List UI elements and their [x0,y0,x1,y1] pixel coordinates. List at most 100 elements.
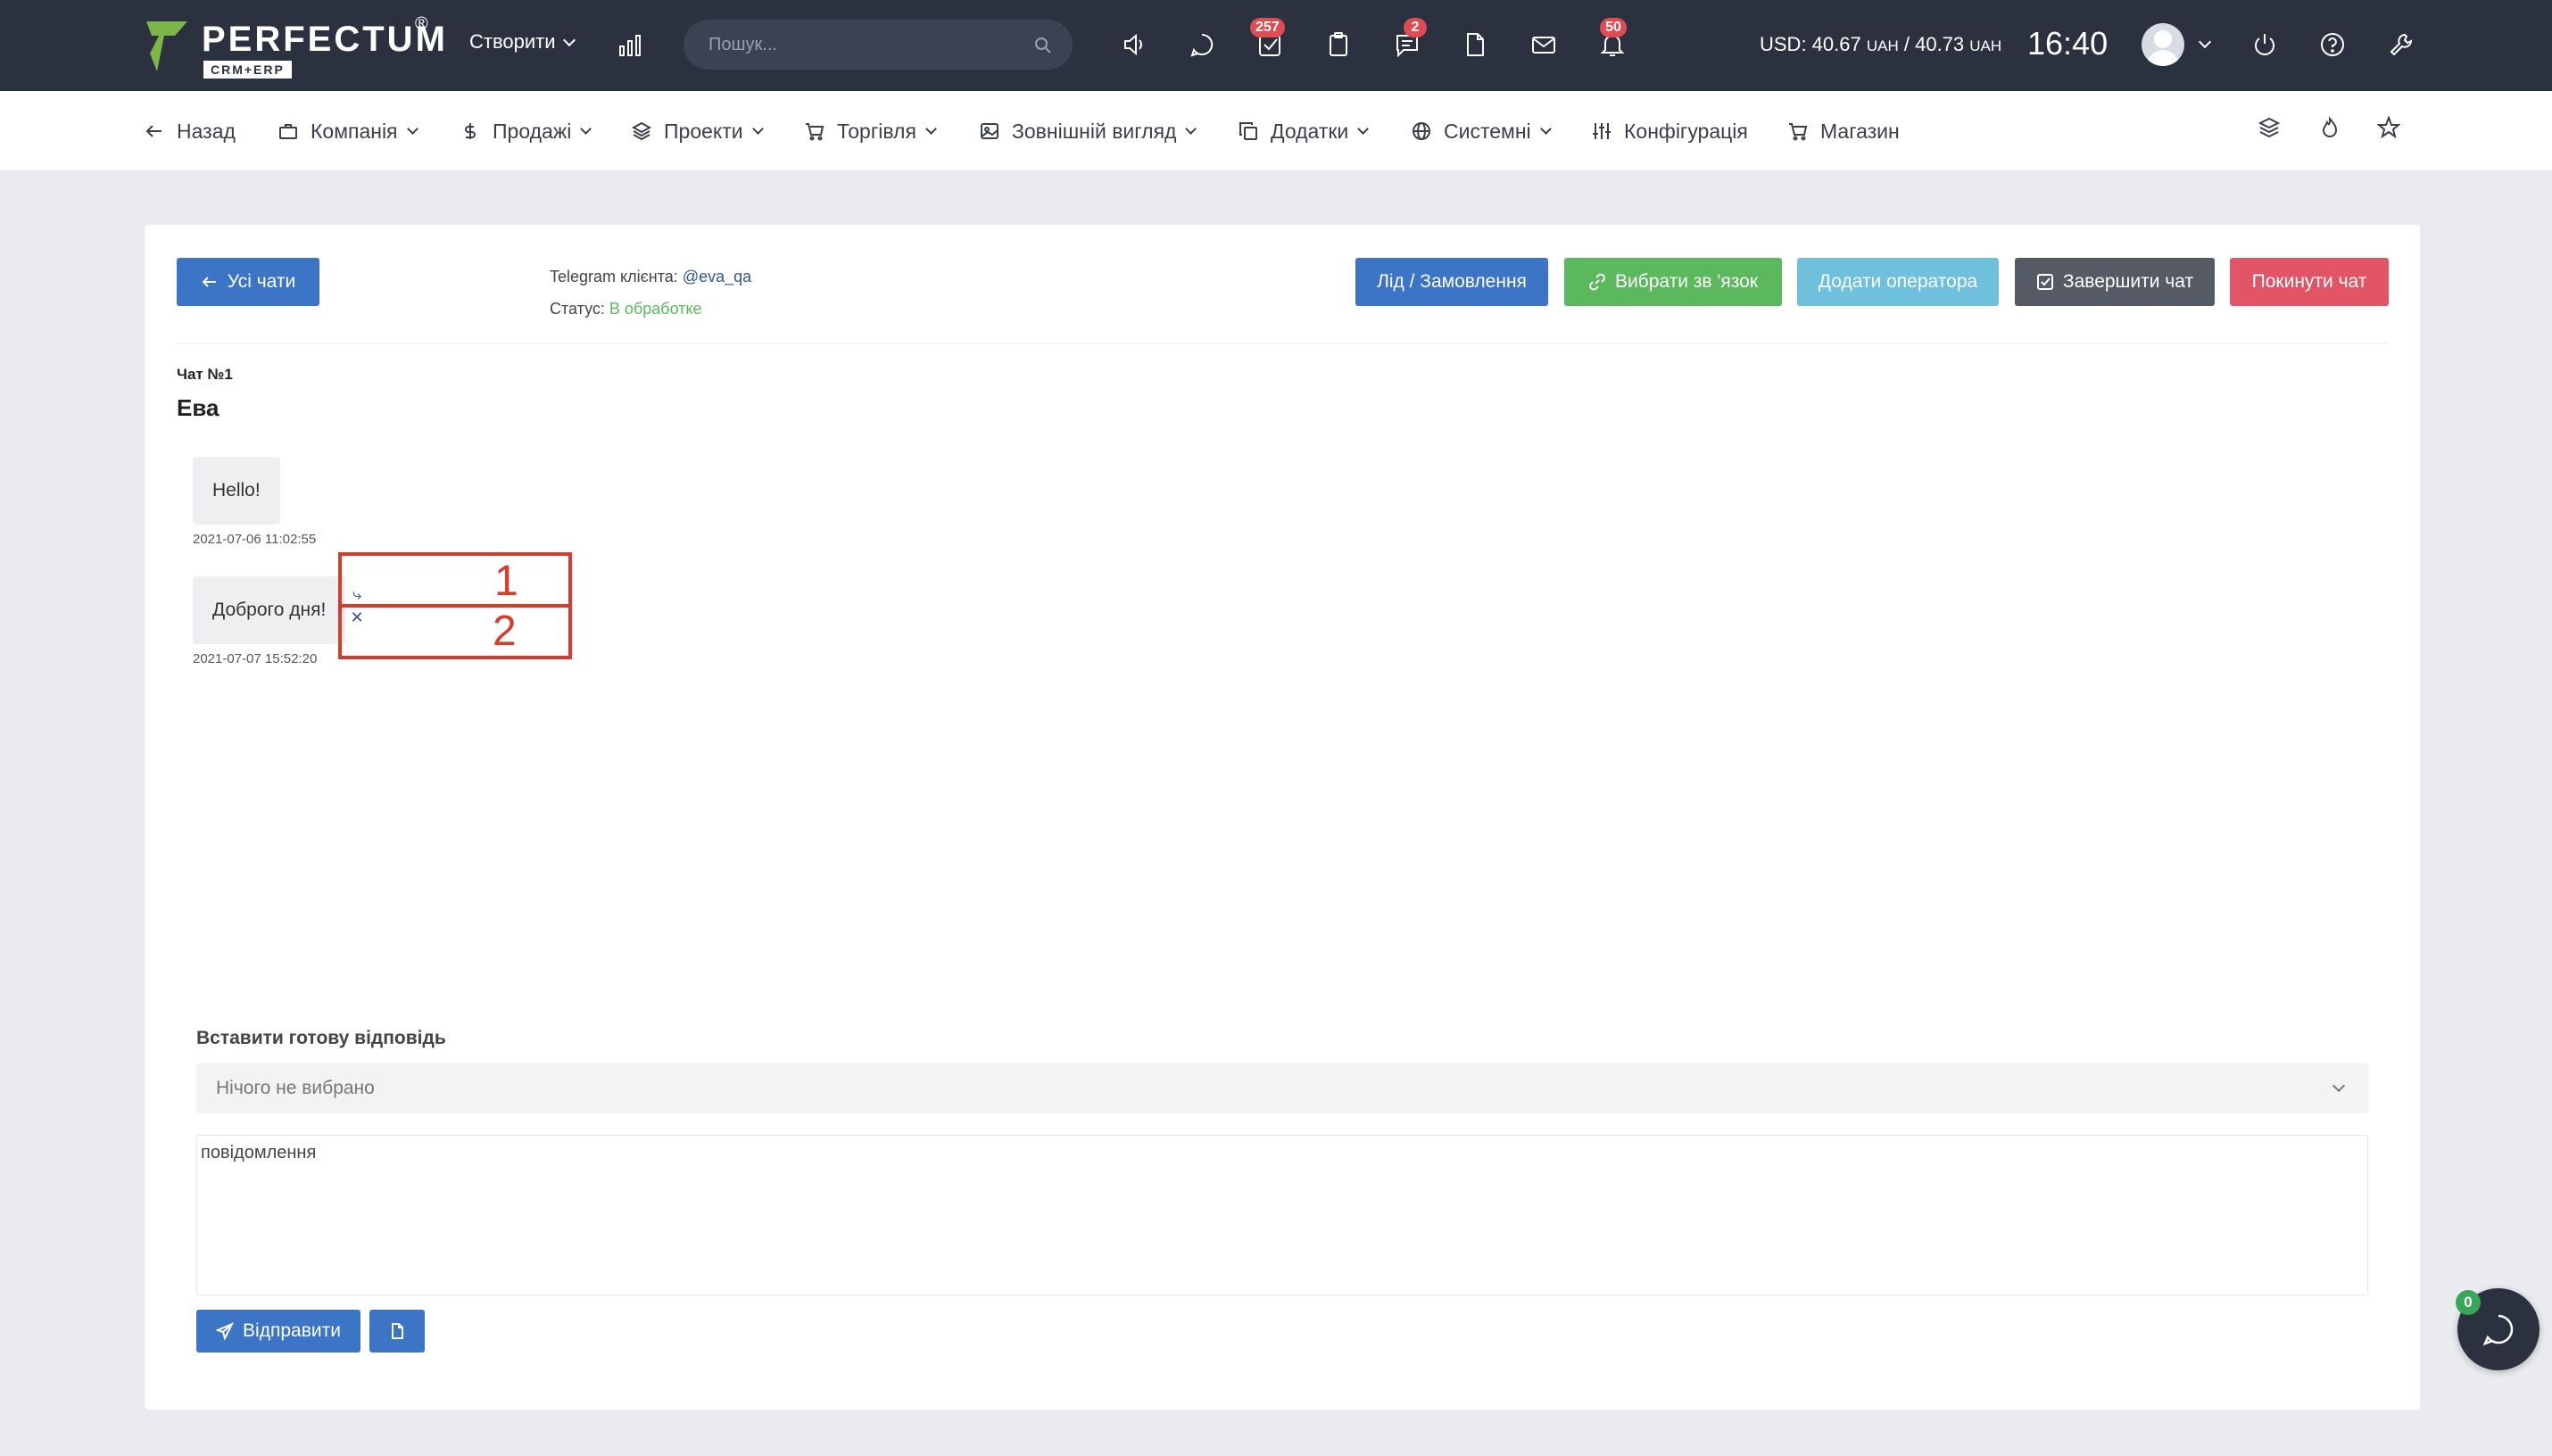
send-button[interactable]: Відправити [196,1310,360,1353]
tasks-badge: 257 [1250,18,1285,37]
clock: 16:40 [2027,25,2109,62]
choose-link-label: Вибрати зв 'язок [1614,271,1759,292]
nav-company[interactable]: Компанія [278,118,418,145]
file-icon [392,1323,403,1339]
finish-chat-label: Завершити чат [2062,271,2194,292]
lead-order-button[interactable]: Лід / Замовлення [1355,258,1548,306]
annotation-number-2: 2 [493,608,517,655]
search-box [684,20,1073,70]
mail-icon[interactable] [1528,29,1560,61]
top-bar: PERFECTUM ® CRM+ERP Створити 257 2 50 US [0,0,2552,91]
all-chats-button[interactable]: Усі чати [177,258,319,306]
tasks-icon[interactable]: 257 [1250,18,1286,61]
arrow-left-icon [202,277,216,287]
chevron-down-icon [580,122,592,135]
wrench-icon[interactable] [2385,29,2417,61]
fire-icon[interactable] [2318,116,2343,141]
send-label: Відправити [243,1320,341,1341]
ready-reply-value: Нічого не вибрано [216,1078,375,1098]
create-menu[interactable]: Створити [469,30,576,54]
lead-order-label: Лід / Замовлення [1377,271,1527,292]
nav-sales-label: Продажі [493,119,572,143]
chat-icon[interactable] [1186,29,1218,61]
star-icon[interactable] [2376,115,2402,141]
telegram-info: Telegram клієнта: @eva_qa Статус: В обра… [550,261,751,325]
chevron-down-icon [2332,1079,2346,1093]
chevron-down-icon [1185,122,1197,135]
notifications-badge: 50 [1600,18,1627,37]
nav-appearance[interactable]: Зовнішній вигляд [980,118,1197,145]
chart-icon[interactable] [614,29,646,61]
status-badge: В обработке [609,300,702,318]
nav-configuration[interactable]: Конфігурація [1592,118,1748,145]
floating-chat-badge: 0 [2456,1290,2481,1315]
clipboard-icon[interactable] [1322,29,1355,61]
search-input[interactable] [708,20,1012,70]
annotation-box-1 [338,552,572,608]
copy-icon [1239,122,1257,140]
arrow-left-icon [145,125,162,137]
briefcase-icon [279,124,297,139]
nav-addons[interactable]: Додатки [1239,118,1370,145]
add-operator-button[interactable]: Додати оператора [1797,258,1999,306]
add-operator-label: Додати оператора [1818,271,1978,292]
telegram-label: Telegram клієнта: [550,268,678,285]
nav-sales[interactable]: Продажі [460,118,592,145]
finish-chat-button[interactable]: Завершити чат [2015,258,2215,306]
brand-name: PERFECTUM [202,20,448,59]
currency-unit-2: UAH [1969,37,2002,54]
power-icon[interactable] [2249,29,2281,61]
brand-subtitle: CRM+ERP [203,61,292,79]
leave-chat-button[interactable]: Покинути чат [2230,258,2389,306]
speaker-icon[interactable] [1118,29,1150,61]
nav-configuration-label: Конфігурація [1624,119,1748,143]
nav-back[interactable]: Назад [145,118,236,145]
comments-badge: 2 [1404,18,1427,37]
chat-number: Чат №1 [177,366,233,383]
file-icon[interactable] [1459,29,1491,61]
avatar[interactable] [2142,23,2184,66]
annotation-box-2 [338,604,572,659]
bell-icon[interactable]: 50 [1596,18,1628,61]
leave-chat-label: Покинути чат [2251,271,2367,292]
choose-link-button[interactable]: Вибрати зв 'язок [1564,258,1782,306]
chat-contact-name: Ева [177,394,220,421]
sliders-icon [1593,123,1611,139]
all-chats-label: Усі чати [227,271,296,292]
chevron-down-icon [1357,122,1370,135]
annotation-number-1: 1 [494,558,518,605]
checkbox-icon [2036,274,2053,290]
create-label: Створити [469,30,556,53]
brand-registered-mark: ® [415,14,428,34]
search-icon[interactable] [1033,36,1053,55]
nav-company-label: Компанія [311,119,398,143]
currency-unit-1: UAH [1866,37,1899,54]
message-input[interactable] [196,1135,2368,1295]
nav-appearance-label: Зовнішній вигляд [1012,119,1177,143]
comments-icon[interactable]: 2 [1391,18,1427,61]
currency-separator: / 40.73 [1898,33,1965,55]
nav-system[interactable]: Системні [1412,118,1552,145]
send-icon [216,1322,235,1340]
layers-icon [632,121,651,141]
nav-back-label: Назад [177,119,236,143]
chevron-down-icon[interactable] [2198,35,2212,49]
chevron-down-icon [1539,122,1552,135]
help-icon[interactable] [2316,29,2349,61]
nav-projects[interactable]: Проекти [632,118,764,145]
cart-icon [806,123,824,141]
chevron-down-icon [562,33,576,47]
ready-reply-select[interactable]: Нічого не вибрано [196,1063,2368,1113]
ready-reply-label: Вставити готову відповідь [196,1028,446,1048]
nav-trade-label: Торгівля [837,119,916,143]
telegram-user-link[interactable]: @eva_qa [683,268,751,285]
attach-file-button[interactable] [369,1310,425,1353]
nav-shop[interactable]: Магазин [1788,118,1900,145]
chevron-down-icon [925,122,937,135]
message-timestamp: 2021-07-07 15:52:20 [193,651,318,666]
chevron-down-icon [406,122,418,135]
chat-bubble-icon [2482,1314,2514,1346]
stack-icon[interactable] [2258,116,2283,141]
nav-shop-label: Магазин [1820,119,1900,143]
nav-trade[interactable]: Торгівля [805,118,937,145]
